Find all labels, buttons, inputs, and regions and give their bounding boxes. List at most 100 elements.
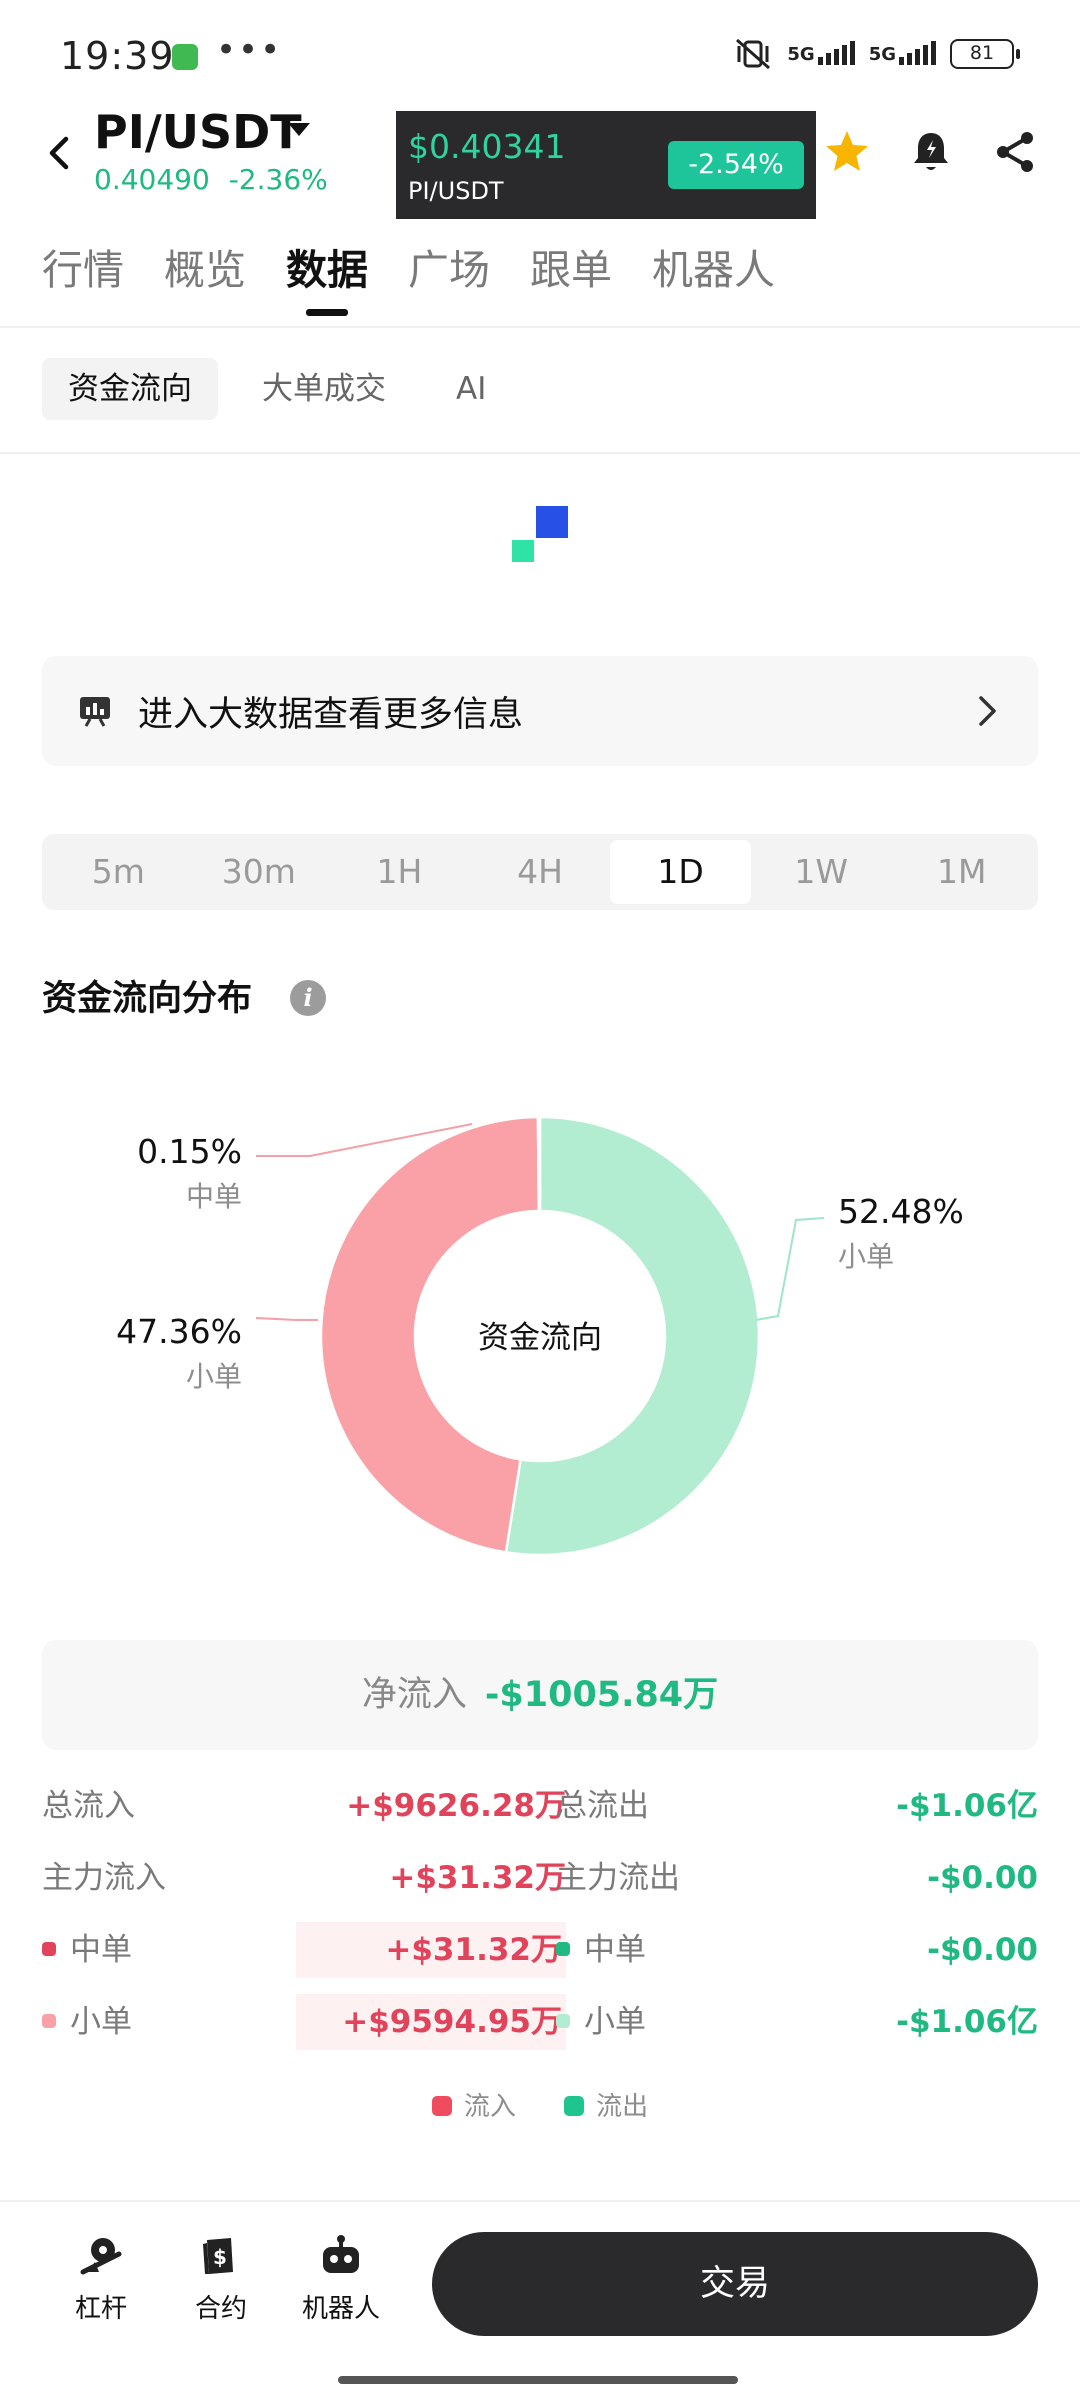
legend-inflow-swatch — [431, 2095, 452, 2116]
slice-name-mid-in: 中单 — [185, 1180, 242, 1213]
nav-robot[interactable]: 机器人 — [286, 2232, 396, 2325]
interval-30m[interactable]: 30m — [189, 840, 330, 904]
pair-dropdown-icon[interactable] — [288, 123, 310, 136]
app-notification-icon — [172, 44, 198, 70]
nav-robot-label: 机器人 — [301, 2294, 380, 2324]
tab-data[interactable]: 数据 — [286, 240, 368, 324]
chevron-right-icon — [979, 696, 996, 726]
last-price: 0.40490 — [94, 163, 210, 196]
total-in-value: +$9626.28万 — [346, 1788, 566, 1824]
trade-button[interactable]: 交易 — [432, 2232, 1038, 2336]
main-out-value: -$0.00 — [927, 1860, 1038, 1896]
leverage-icon — [80, 2238, 122, 2275]
flow-row-mid: 中单 +$31.32万 中单 -$0.00 — [42, 1922, 1038, 1994]
interval-1d[interactable]: 1D — [610, 840, 751, 904]
nav-leverage-label: 杠杆 — [74, 2294, 127, 2324]
small-in-text: 小单 — [70, 2004, 132, 2040]
main-in-value: +$31.32万 — [389, 1860, 566, 1896]
legend-outflow-text: 流出 — [596, 2092, 649, 2122]
tabs-divider — [0, 326, 1080, 328]
subtab-large-orders[interactable]: 大单成交 — [236, 358, 412, 420]
mid-out-label: 中单 — [556, 1922, 646, 1978]
main-out-label: 主力流出 — [556, 1860, 680, 1896]
tab-copy-trading[interactable]: 跟单 — [530, 240, 612, 324]
ticker-change-badge: -2.54% — [668, 141, 804, 189]
interval-1h[interactable]: 1H — [329, 840, 470, 904]
donut-center-label: 资金流向 — [478, 1320, 602, 1356]
battery-icon: 81 — [950, 39, 1020, 69]
home-indicator[interactable] — [338, 2376, 738, 2384]
legend-inflow-text: 流入 — [463, 2092, 516, 2122]
mid-in-label: 中单 — [42, 1922, 132, 1978]
flow-row-main: 主力流入 +$31.32万 主力流出 -$0.00 — [42, 1850, 1038, 1922]
legend-outflow-swatch — [564, 2095, 585, 2116]
info-icon[interactable]: i — [290, 980, 326, 1016]
slice-name-small-in: 小单 — [185, 1360, 242, 1393]
floating-ticker[interactable]: $0.40341 PI/USDT -2.54% — [396, 111, 816, 219]
mid-in-text: 中单 — [70, 1932, 132, 1968]
interval-1w[interactable]: 1W — [751, 840, 892, 904]
pair-subprice: 0.40490 -2.36% — [94, 163, 328, 196]
subtab-ai[interactable]: AI — [430, 358, 512, 420]
net-inflow-box: 净流入 -$1005.84万 — [42, 1640, 1038, 1750]
legend-outflow: 流出 — [564, 2092, 648, 2122]
tab-square[interactable]: 广场 — [408, 240, 490, 324]
ticker-pair: PI/USDT — [408, 177, 504, 205]
inflow-light-dot-icon — [42, 2013, 56, 2028]
small-out-label: 小单 — [556, 1994, 646, 2050]
label-small-out: 52.48% 小单 — [838, 1192, 964, 1275]
bottom-bar: 杠杆 $ 合约 机器人 交易 — [0, 2200, 1080, 2400]
futures-contract-icon: $ — [203, 2238, 233, 2274]
flow-row-small: 小单 +$9594.95万 小单 -$1.06亿 — [42, 1994, 1038, 2066]
tab-overview[interactable]: 概览 — [164, 240, 246, 324]
slice-pct-small-out: 52.48% — [838, 1192, 964, 1231]
nav-futures-label: 合约 — [194, 2294, 247, 2324]
interval-5m[interactable]: 5m — [48, 840, 189, 904]
total-out-value: -$1.06亿 — [896, 1788, 1038, 1824]
mid-out-text: 中单 — [584, 1932, 646, 1968]
back-arrow-icon[interactable] — [40, 133, 80, 173]
share-icon[interactable] — [990, 127, 1040, 177]
mid-out-value: -$0.00 — [927, 1932, 1038, 1968]
flow-legend: 流入 流出 — [0, 2086, 1080, 2123]
slice-pct-mid-in: 0.15% — [137, 1132, 242, 1171]
chart-board-icon — [80, 697, 110, 727]
nav-futures[interactable]: $ 合约 — [166, 2232, 276, 2325]
interval-4h[interactable]: 4H — [470, 840, 611, 904]
main-tabs: 行情 概览 数据 广场 跟单 机器人 — [0, 240, 1080, 330]
section-title: 资金流向分布 — [42, 979, 253, 1019]
signal-1-icon: 5G — [787, 40, 855, 65]
nav-leverage[interactable]: 杠杆 — [46, 2232, 156, 2325]
svg-text:$: $ — [213, 2245, 227, 2269]
pair-title[interactable]: PI/USDT — [94, 105, 302, 159]
label-small-in: 47.36% 小单 — [116, 1312, 242, 1395]
label-mid-in: 0.15% 中单 — [137, 1132, 242, 1215]
big-data-banner[interactable]: 进入大数据查看更多信息 — [42, 656, 1038, 766]
subtab-capital-flow[interactable]: 资金流向 — [42, 358, 218, 420]
star-favorite-icon[interactable] — [822, 127, 872, 177]
ticker-price: $0.40341 — [408, 127, 566, 166]
flow-breakdown: 总流入 +$9626.28万 总流出 -$1.06亿 主力流入 +$31.32万… — [42, 1778, 1038, 2066]
small-in-label: 小单 — [42, 1994, 132, 2050]
signal-2-icon: 5G — [868, 40, 936, 65]
leader-line-small-out — [755, 1217, 825, 1321]
price-alert-bell-icon[interactable] — [906, 127, 956, 177]
tab-market[interactable]: 行情 — [42, 240, 124, 324]
slice-pct-small-in: 47.36% — [116, 1312, 242, 1351]
interval-1m[interactable]: 1M — [891, 840, 1032, 904]
tab-bots[interactable]: 机器人 — [652, 240, 775, 324]
total-out-label: 总流出 — [556, 1788, 649, 1824]
vibrate-mute-icon — [736, 38, 771, 70]
network-label-2: 5G — [868, 43, 896, 65]
brand-logo-icon — [512, 506, 568, 562]
robot-icon — [323, 2235, 359, 2273]
subtabs-divider — [0, 452, 1080, 454]
total-in-label: 总流入 — [42, 1788, 135, 1824]
status-bar: 19:39 ••• 5G 5G 81 — [0, 0, 1080, 110]
net-inflow-value: -$1005.84万 — [484, 1675, 719, 1715]
small-out-value: -$1.06亿 — [896, 2004, 1038, 2040]
leader-line-small-in — [255, 1317, 318, 1321]
header: PI/USDT 0.40490 -2.36% $0.40341 PI/USDT … — [0, 105, 1080, 225]
price-change: -2.36% — [228, 163, 328, 196]
mid-in-value: +$31.32万 — [296, 1922, 566, 1978]
